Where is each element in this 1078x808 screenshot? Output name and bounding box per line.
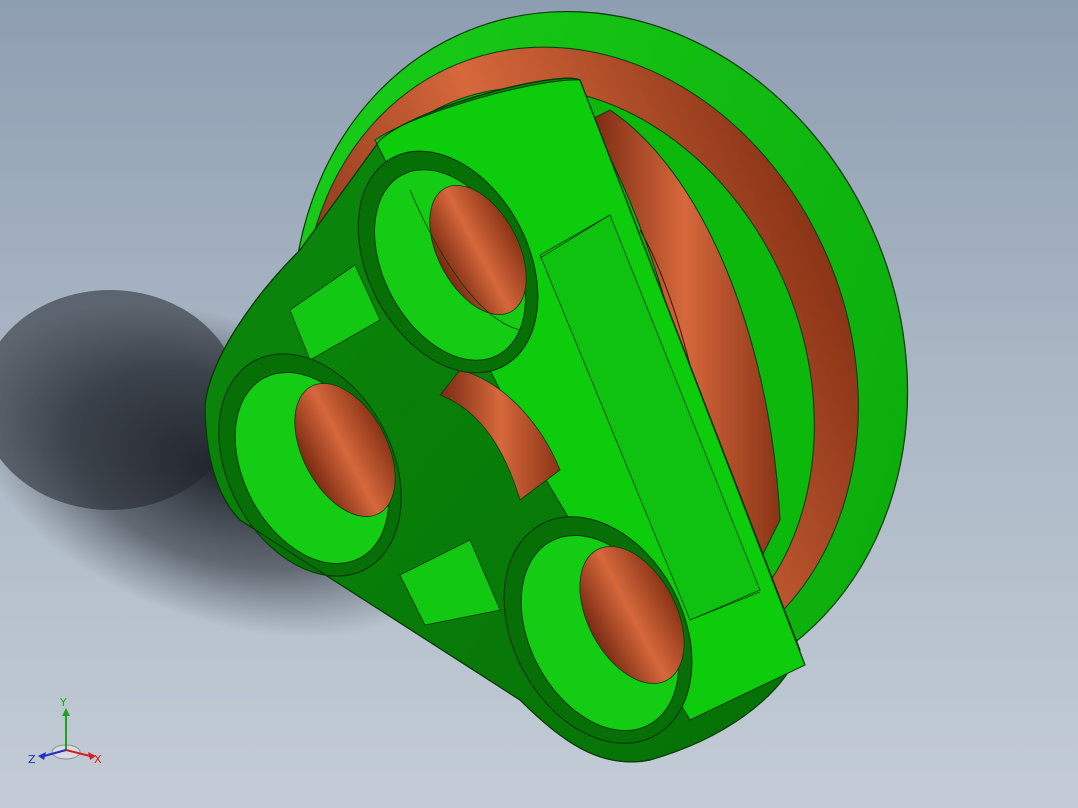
triad-graphic: Y X Z — [28, 696, 102, 766]
y-axis-arrow — [62, 708, 70, 716]
model-view[interactable] — [0, 0, 1078, 808]
z-axis-label: Z — [28, 753, 36, 766]
graphics-viewport[interactable]: Y X Z — [0, 0, 1078, 808]
x-axis-label: X — [94, 753, 102, 766]
y-axis-label: Y — [59, 696, 67, 709]
view-triad[interactable]: Y X Z — [26, 694, 106, 774]
z-axis-arrow — [38, 752, 46, 760]
